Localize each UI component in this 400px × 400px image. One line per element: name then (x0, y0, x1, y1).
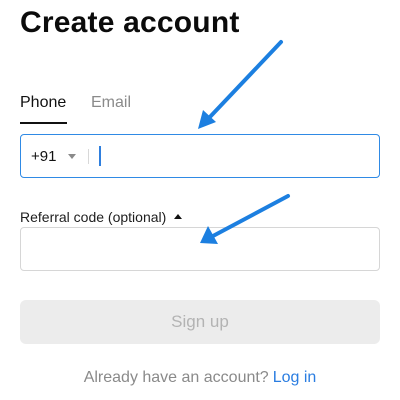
referral-code-label: Referral code (optional) (20, 209, 167, 225)
referral-code-input[interactable] (31, 228, 371, 270)
active-tab-indicator (20, 122, 67, 124)
chevron-up-icon[interactable] (174, 213, 183, 219)
auth-method-tabs: Phone Email (20, 92, 380, 126)
login-prompt-text: Already have an account? (83, 369, 269, 386)
tab-email[interactable]: Email (91, 92, 131, 114)
phone-field[interactable]: +91 (20, 134, 380, 178)
login-prompt-row: Already have an account? Log in (0, 368, 400, 388)
page-title: Create account (20, 6, 240, 39)
phone-number-input[interactable] (99, 135, 369, 176)
country-code-divider (88, 149, 89, 164)
chevron-down-icon[interactable] (68, 154, 76, 159)
sign-up-button[interactable]: Sign up (20, 300, 380, 344)
country-code-selector[interactable]: +91 (31, 147, 56, 167)
log-in-link[interactable]: Log in (273, 369, 317, 386)
tab-phone[interactable]: Phone (20, 92, 66, 114)
referral-code-toggle[interactable]: Referral code (optional) (20, 207, 183, 227)
referral-code-field[interactable] (20, 227, 380, 271)
